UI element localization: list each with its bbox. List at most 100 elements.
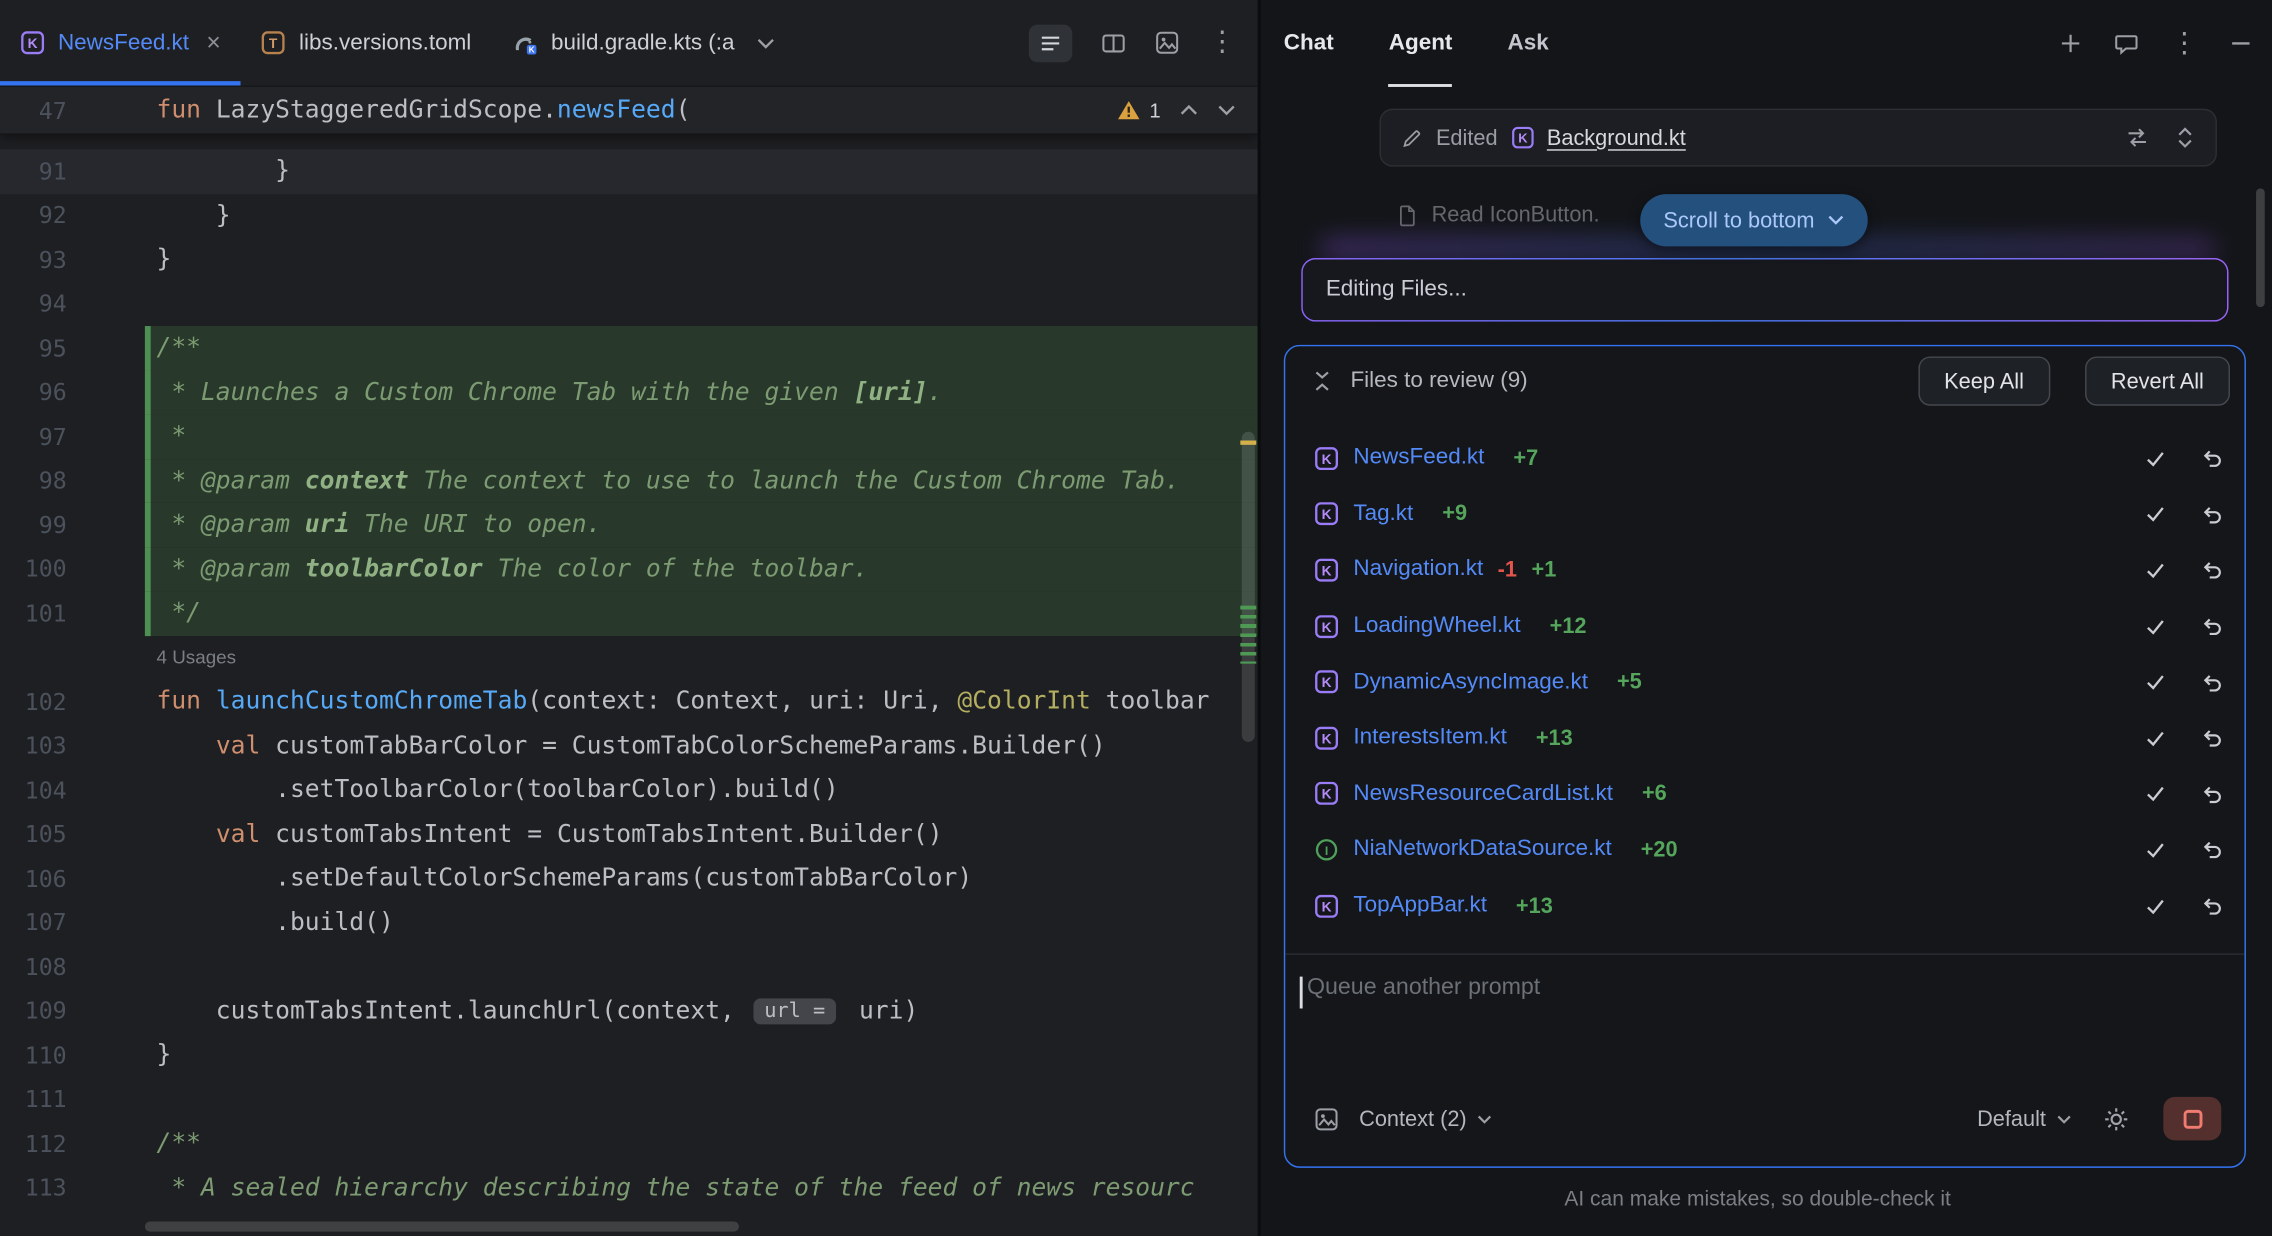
- code-line: 106 .setDefaultColorSchemeParams(customT…: [0, 856, 1258, 900]
- line-number: 97: [0, 414, 67, 458]
- file-review-row[interactable]: K DynamicAsyncImage.kt +5: [1285, 654, 2244, 710]
- pencil-icon: [1401, 127, 1423, 149]
- revert-file-icon[interactable]: [2201, 503, 2224, 526]
- file-name-link[interactable]: TopAppBar.kt: [1353, 893, 1487, 919]
- usages-inlay-hint[interactable]: 4 Usages: [156, 647, 236, 669]
- editor-horizontal-scrollbar[interactable]: [145, 1221, 739, 1231]
- assistant-scrollbar[interactable]: [2256, 188, 2265, 307]
- file-name-link[interactable]: Navigation.kt: [1353, 557, 1483, 583]
- keep-file-check-icon[interactable]: [2144, 783, 2166, 805]
- keep-file-check-icon[interactable]: [2144, 839, 2166, 861]
- keep-file-check-icon[interactable]: [2144, 671, 2166, 693]
- tab-libs-versions-toml[interactable]: T libs.versions.toml: [241, 0, 491, 85]
- editor-more-options-icon[interactable]: ⋮: [1208, 26, 1236, 59]
- tab-newsfeed-kt[interactable]: K NewsFeed.kt ×: [0, 0, 241, 85]
- code-line: 91 }: [0, 149, 1258, 193]
- chat-history-icon[interactable]: [2114, 32, 2139, 55]
- code-line: 94: [0, 282, 1258, 326]
- prompt-input[interactable]: Queue another prompt: [1285, 954, 2244, 1082]
- code-line: 97 *: [0, 414, 1258, 458]
- keep-file-check-icon[interactable]: [2144, 727, 2166, 749]
- file-name-link[interactable]: NewsFeed.kt: [1353, 445, 1484, 471]
- additions-count: +7: [1513, 446, 1538, 471]
- line-number: 109: [0, 989, 67, 1033]
- hide-panel-icon[interactable]: [2230, 32, 2252, 55]
- file-review-row[interactable]: I NiaNetworkDataSource.kt +20: [1285, 822, 2244, 878]
- revert-file-icon[interactable]: [2201, 782, 2224, 805]
- keep-file-check-icon[interactable]: [2144, 447, 2166, 469]
- file-review-row[interactable]: K TopAppBar.kt +13: [1285, 878, 2244, 934]
- file-name-link[interactable]: NewsResourceCardList.kt: [1353, 781, 1613, 807]
- line-number: 103: [0, 724, 67, 768]
- revert-file-icon[interactable]: [2201, 838, 2224, 861]
- revert-file-icon[interactable]: [2201, 726, 2224, 749]
- previous-occurrence-icon[interactable]: [1179, 104, 1198, 116]
- file-review-row[interactable]: K InterestsItem.kt +13: [1285, 710, 2244, 766]
- collapse-icon[interactable]: [1311, 369, 1333, 392]
- file-name-link[interactable]: DynamicAsyncImage.kt: [1353, 669, 1588, 695]
- keep-file-check-icon[interactable]: [2144, 895, 2166, 917]
- next-occurrence-icon[interactable]: [1217, 104, 1236, 116]
- model-selector[interactable]: Default: [1977, 1106, 2072, 1131]
- code-line: 110}: [0, 1033, 1258, 1077]
- edited-file-card[interactable]: Edited K Background.kt: [1379, 109, 2217, 167]
- tab-build-gradle-kts[interactable]: K build.gradle.kts (:a: [492, 0, 796, 85]
- context-selector[interactable]: Context (2): [1359, 1106, 1493, 1131]
- list-view-icon[interactable]: [1029, 24, 1072, 62]
- file-name-link[interactable]: InterestsItem.kt: [1353, 725, 1507, 751]
- kotlin-file-icon: K: [1314, 893, 1339, 918]
- scroll-to-bottom-button[interactable]: Scroll to bottom: [1640, 194, 1868, 246]
- edited-file-link[interactable]: Background.kt: [1547, 125, 1686, 150]
- kotlin-file-icon: K: [1314, 726, 1339, 751]
- prompt-toolbar: Context (2) Default: [1285, 1082, 2244, 1166]
- revert-file-icon[interactable]: [2201, 894, 2224, 917]
- image-preview-icon[interactable]: [1155, 30, 1180, 55]
- attach-image-icon[interactable]: [1314, 1106, 1339, 1131]
- code-editor[interactable]: 47fun LazyStaggeredGridScope.newsFeed( 1…: [0, 87, 1258, 1236]
- tab-agent[interactable]: Agent: [1389, 0, 1453, 87]
- code-line: 103 val customTabBarColor = CustomTabCol…: [0, 724, 1258, 768]
- agent-status-text: Editing Files...: [1326, 277, 1467, 303]
- revert-file-icon[interactable]: [2201, 670, 2224, 693]
- file-review-row[interactable]: K NewsResourceCardList.kt +6: [1285, 766, 2244, 822]
- sticky-line[interactable]: 47fun LazyStaggeredGridScope.newsFeed( 1: [0, 87, 1258, 135]
- code-line: 108: [0, 945, 1258, 989]
- expand-card-icon[interactable]: [2175, 126, 2195, 149]
- keep-all-button[interactable]: Keep All: [1918, 356, 2050, 405]
- kotlin-file-icon: K: [1314, 782, 1339, 807]
- file-name-link[interactable]: LoadingWheel.kt: [1353, 613, 1520, 639]
- revert-file-icon[interactable]: [2201, 559, 2224, 582]
- file-review-row[interactable]: K Navigation.kt -1 +1: [1285, 542, 2244, 598]
- code-area[interactable]: 91 }92 }93}9495/**96 * Launches a Custom…: [0, 135, 1258, 1210]
- editor-vertical-scrollbar[interactable]: [1242, 432, 1255, 742]
- context-label: Context (2): [1359, 1106, 1467, 1131]
- line-number: 96: [0, 370, 67, 414]
- split-editor-icon[interactable]: [1101, 31, 1126, 54]
- revert-file-icon[interactable]: [2201, 447, 2224, 470]
- warning-badge[interactable]: 1: [1117, 99, 1160, 122]
- tab-chat[interactable]: Chat: [1284, 0, 1334, 87]
- revert-all-button[interactable]: Revert All: [2085, 356, 2230, 405]
- close-tab-icon[interactable]: ×: [206, 30, 220, 55]
- svg-text:K: K: [1518, 131, 1528, 146]
- show-diff-icon[interactable]: [2126, 126, 2149, 149]
- file-name-link[interactable]: NiaNetworkDataSource.kt: [1353, 837, 1611, 863]
- revert-file-icon[interactable]: [2201, 614, 2224, 637]
- prompt-placeholder: Queue another prompt: [1307, 976, 1540, 1002]
- new-chat-icon[interactable]: [2059, 32, 2082, 55]
- file-name-link[interactable]: Tag.kt: [1353, 501, 1413, 527]
- tab-ask[interactable]: Ask: [1507, 0, 1548, 87]
- settings-gear-icon[interactable]: [2104, 1106, 2129, 1131]
- code-line: 95/**: [0, 326, 1258, 370]
- file-review-row[interactable]: K LoadingWheel.kt +12: [1285, 598, 2244, 654]
- keep-file-check-icon[interactable]: [2144, 615, 2166, 637]
- code-line: 104 .setToolbarColor(toolbarColor).build…: [0, 768, 1258, 812]
- assistant-more-options-icon[interactable]: ⋮: [2171, 27, 2199, 60]
- keep-file-check-icon[interactable]: [2144, 559, 2166, 581]
- read-file-row[interactable]: Read IconButton.: [1397, 203, 1600, 228]
- keep-file-check-icon[interactable]: [2144, 503, 2166, 525]
- file-review-row[interactable]: K NewsFeed.kt +7: [1285, 430, 2244, 486]
- hidden-tabs-chevron-icon[interactable]: [756, 37, 775, 49]
- stop-generation-button[interactable]: [2163, 1097, 2221, 1140]
- file-review-row[interactable]: K Tag.kt +9: [1285, 486, 2244, 542]
